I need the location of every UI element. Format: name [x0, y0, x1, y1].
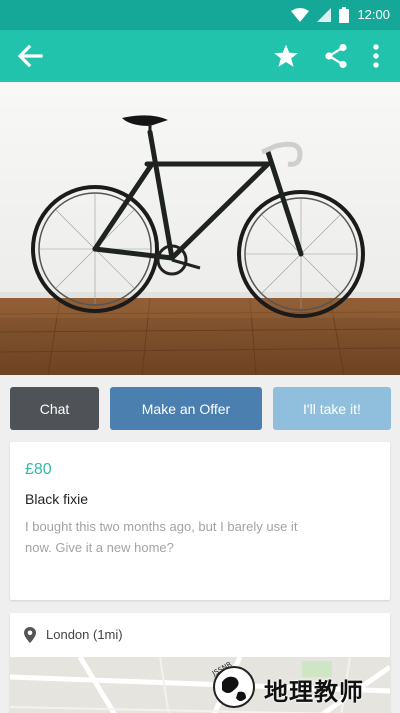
- make-offer-button[interactable]: Make an Offer: [110, 387, 262, 430]
- app-bar: [0, 30, 400, 82]
- action-buttons: Chat Make an Offer I'll take it!: [0, 375, 400, 442]
- status-time: 12:00: [357, 7, 390, 22]
- status-icons: 12:00: [291, 6, 390, 24]
- back-arrow-icon: [17, 45, 43, 67]
- location-pin-icon: [24, 627, 36, 643]
- wifi-icon: [291, 8, 310, 22]
- more-options-button[interactable]: [360, 40, 392, 72]
- watermark: JSSNR 地理教师: [208, 662, 398, 712]
- share-button[interactable]: [320, 40, 352, 72]
- listing-title: Black fixie: [25, 491, 89, 507]
- take-it-button[interactable]: I'll take it!: [273, 387, 391, 430]
- watermark-logo: JSSNR: [210, 662, 255, 708]
- listing-description: I bought this two months ago, but I bare…: [25, 519, 298, 555]
- bicycle-photo: [0, 82, 400, 375]
- listing-price: £80: [25, 461, 52, 478]
- star-icon: [274, 44, 298, 67]
- listing-info-card: £80 Black fixie I bought this two months…: [10, 442, 390, 600]
- back-button[interactable]: [14, 40, 46, 72]
- more-vert-icon: [373, 44, 379, 68]
- location-text: London (1mi): [46, 627, 123, 642]
- battery-icon: [339, 7, 350, 23]
- share-icon: [325, 43, 347, 69]
- chat-button[interactable]: Chat: [10, 387, 99, 430]
- location-row: London (1mi): [10, 613, 390, 657]
- listing-photo[interactable]: [0, 82, 400, 375]
- signal-icon: [317, 8, 332, 22]
- favorite-button[interactable]: [270, 40, 302, 72]
- status-bar: 12:00: [0, 0, 400, 30]
- watermark-text: 地理教师: [264, 678, 364, 706]
